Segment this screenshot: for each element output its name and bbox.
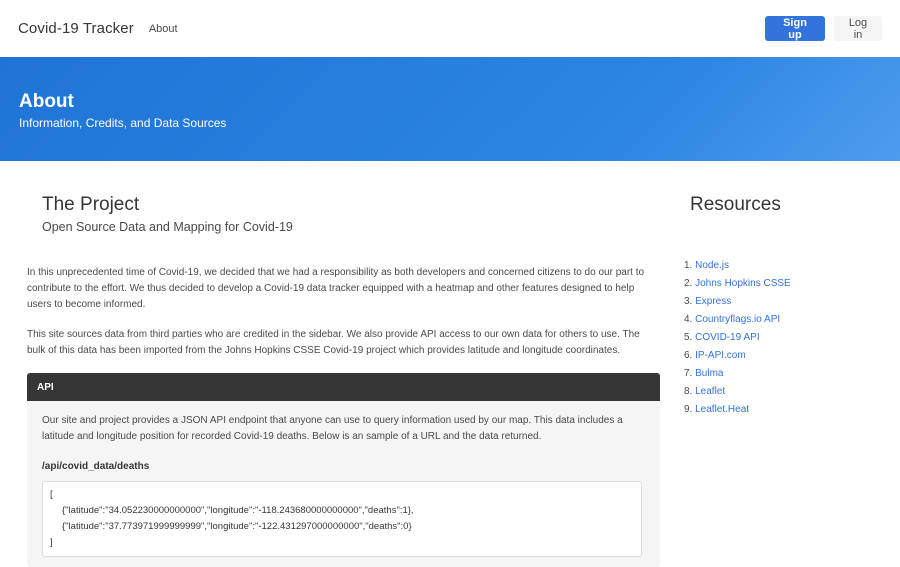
code-line: ] — [50, 537, 53, 548]
list-item: 5. COVID-19 API — [684, 332, 760, 343]
resource-link-express[interactable]: Express — [695, 296, 731, 307]
page-subtitle: Information, Credits, and Data Sources — [19, 116, 227, 130]
brand-link[interactable]: Covid-19 Tracker — [18, 20, 134, 37]
list-item: 1. Node.js — [684, 260, 730, 271]
list-item: 4. Countryflags.io API — [684, 314, 781, 325]
list-item: 8. Leaflet — [684, 386, 726, 397]
api-panel: API Our site and project provides a JSON… — [27, 373, 660, 567]
resource-link-leaflet-heat[interactable]: Leaflet.Heat — [695, 404, 749, 415]
project-subtitle: Open Source Data and Mapping for Covid-1… — [42, 220, 293, 234]
list-item: 2. Johns Hopkins CSSE — [684, 278, 791, 289]
resource-link-bulma[interactable]: Bulma — [695, 368, 723, 379]
nav-actions: Sign up Log in — [765, 16, 882, 41]
resource-link-countryflags[interactable]: Countryflags.io API — [695, 314, 780, 325]
resources-title: Resources — [690, 194, 781, 215]
code-line: [ — [50, 489, 53, 500]
project-paragraph-2: This site sources data from third partie… — [27, 329, 640, 356]
resource-link-nodejs[interactable]: Node.js — [695, 260, 729, 271]
hero-banner: About Information, Credits, and Data Sou… — [0, 57, 900, 161]
api-panel-header: API — [27, 373, 660, 401]
page-title: About — [19, 91, 74, 112]
list-item: 3. Express — [684, 296, 732, 307]
login-button[interactable]: Log in — [834, 16, 882, 41]
api-panel-body: Our site and project provides a JSON API… — [27, 401, 660, 567]
resources-list: 1. Node.js 2. Johns Hopkins CSSE 3. Expr… — [684, 257, 791, 419]
code-line: {"latitude":"34.052230000000000","longit… — [62, 505, 414, 516]
resource-link-jhu-csse[interactable]: Johns Hopkins CSSE — [695, 278, 791, 289]
signup-button[interactable]: Sign up — [765, 16, 825, 41]
resource-link-ip-api[interactable]: IP-API.com — [695, 350, 746, 361]
nav-about-link[interactable]: About — [149, 23, 178, 35]
api-endpoint-path: /api/covid_data/deaths — [42, 461, 150, 472]
resource-link-leaflet[interactable]: Leaflet — [695, 386, 725, 397]
project-title: The Project — [42, 194, 140, 215]
list-item: 9. Leaflet.Heat — [684, 404, 750, 415]
project-paragraph-1: In this unprecedented time of Covid-19, … — [27, 267, 645, 310]
api-description: Our site and project provides a JSON API… — [42, 415, 623, 442]
list-item: 6. IP-API.com — [684, 350, 746, 361]
resource-link-covid19-api[interactable]: COVID-19 API — [695, 332, 759, 343]
list-item: 7. Bulma — [684, 368, 724, 379]
code-line: {"latitude":"37.773971999999999","longit… — [62, 521, 412, 532]
api-sample-textarea[interactable]: [ {"latitude":"34.052230000000000","long… — [42, 481, 642, 557]
navbar: Covid-19 Tracker About Sign up Log in — [0, 0, 900, 57]
